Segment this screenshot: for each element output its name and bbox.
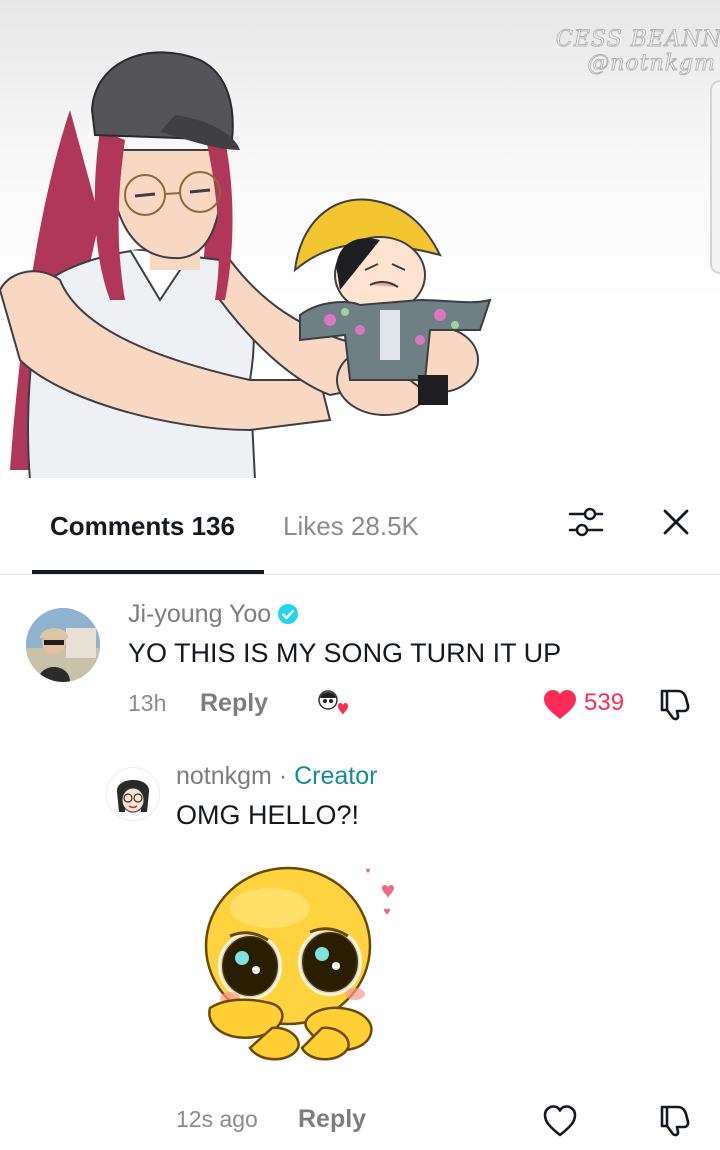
reply-button[interactable]: Reply <box>298 1102 366 1136</box>
thumbs-down-icon[interactable] <box>656 1102 692 1138</box>
avatar[interactable] <box>106 767 160 821</box>
reply-button[interactable]: Reply <box>200 686 268 720</box>
verified-badge-icon <box>278 604 299 624</box>
reply-username[interactable]: notnkgm <box>176 762 272 790</box>
sheet-tab-bar: Comments 136 Likes 28.5K <box>0 478 720 575</box>
sliders-icon[interactable] <box>566 502 606 542</box>
creator-badge: Creator <box>294 762 378 790</box>
heart-icon[interactable] <box>542 689 578 721</box>
video-player[interactable]: CESS BEANNE @notnkgm <box>0 0 720 500</box>
reply-text: OMG HELLO?! <box>176 800 360 830</box>
avatar[interactable] <box>26 608 100 682</box>
reply-username-line: notnkgm · Creator <box>176 760 377 792</box>
pleading-emoji-sticker <box>204 866 394 1061</box>
tab-likes[interactable]: Likes 28.5K <box>283 510 419 542</box>
side-panel-handle[interactable] <box>710 80 720 274</box>
video-watermark: CESS BEANNE @notnkgm <box>556 27 720 76</box>
avatar-drawing <box>107 768 159 820</box>
thumbs-down-icon[interactable] <box>656 686 692 722</box>
comment-text: YO THIS IS MY SONG TURN IT UP <box>128 638 562 668</box>
comment-username[interactable]: Ji-young Yoo <box>128 598 299 630</box>
comment-timestamp: 13h <box>128 690 167 716</box>
comments-sheet: Comments 136 Likes 28.5K Ji-young Yoo YO… <box>0 478 720 1150</box>
like-count: 539 <box>584 689 625 716</box>
watermark-line-2: @notnkgm <box>587 51 716 76</box>
watermark-line-1: CESS BEANNE <box>556 27 720 52</box>
avatar-photo <box>26 608 100 682</box>
username-text[interactable]: Ji-young Yoo <box>128 600 271 628</box>
heart-icon[interactable] <box>542 1104 578 1138</box>
active-tab-indicator <box>32 570 264 574</box>
tab-comments[interactable]: Comments 136 <box>50 510 235 542</box>
close-icon[interactable] <box>656 502 696 542</box>
username-separator: · <box>271 762 295 790</box>
reply-timestamp: 12s ago <box>176 1106 258 1132</box>
creator-liked-icon <box>318 690 348 715</box>
